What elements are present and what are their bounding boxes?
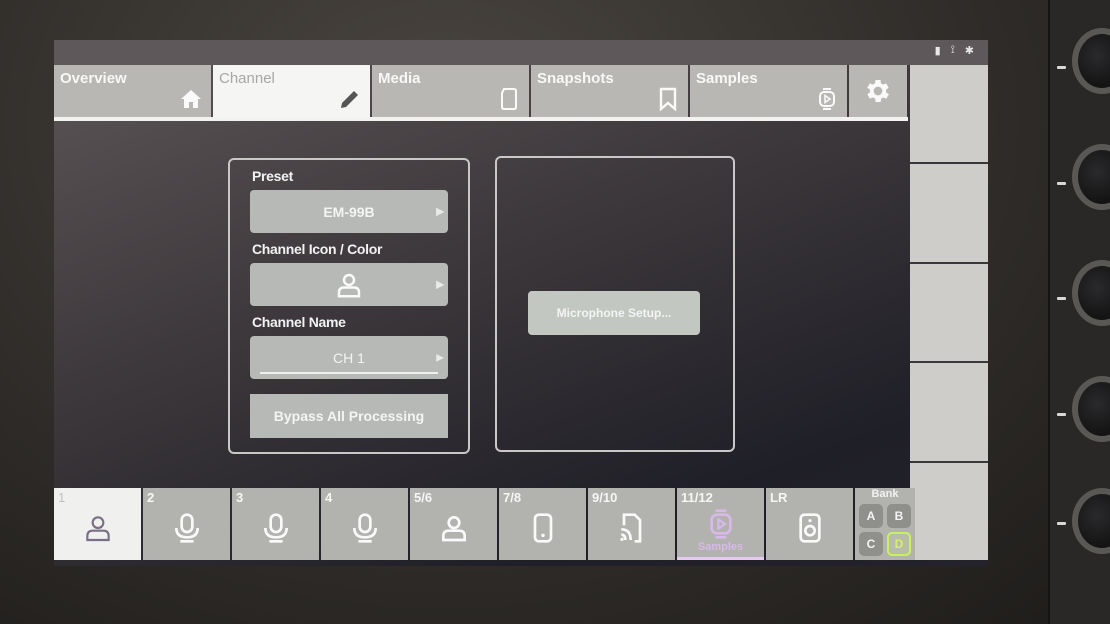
soft-key-4[interactable] (910, 363, 988, 463)
knob-indicator (1057, 297, 1066, 300)
cast-icon (619, 513, 641, 543)
channel-number: LR (770, 490, 788, 505)
pencil-icon (341, 91, 358, 108)
bank-button-a[interactable]: A (859, 504, 883, 528)
channel-settings-panel: Preset EM-99B ▶ Channel Icon / Color ▶ C… (228, 158, 470, 454)
bank-button-c[interactable]: C (859, 532, 883, 556)
bank-button-b[interactable]: B (887, 504, 911, 528)
channel-button-2[interactable]: 2 (143, 488, 230, 560)
knob-indicator (1057, 413, 1066, 416)
sd-card-icon: ▮ (934, 45, 941, 57)
bypass-all-processing-button[interactable]: Bypass All Processing (250, 394, 448, 438)
bank-title: Bank (871, 488, 899, 500)
tab-label: Samples (696, 70, 758, 87)
channel-number: 2 (147, 490, 155, 505)
samples-watch-icon (819, 88, 835, 110)
samples-watch-icon (709, 509, 732, 539)
channel-number: 1 (58, 490, 66, 505)
channel-number: 3 (236, 490, 244, 505)
tab-channel[interactable]: Channel (213, 65, 370, 117)
bank-button-d[interactable]: D (887, 532, 911, 556)
person-icon (337, 273, 361, 297)
person-icon (441, 516, 466, 542)
gear-icon (867, 80, 889, 102)
channel-number: 9/10 (592, 490, 618, 505)
channel-button-11-12[interactable]: 11/12 Samples (677, 488, 764, 560)
channel-icon-color-selector[interactable]: ▶ (250, 263, 448, 306)
soft-key-1[interactable] (910, 65, 988, 165)
channel-icon-color-label: Channel Icon / Color (252, 241, 383, 257)
arrow-right-icon: ▶ (436, 352, 444, 363)
usb-icon: ⟟ (950, 44, 955, 56)
channel-number: 5/6 (414, 490, 433, 505)
preset-selector[interactable]: EM-99B ▶ (250, 190, 448, 233)
tab-snapshots[interactable]: Snapshots (531, 65, 688, 117)
person-icon (85, 516, 110, 542)
status-bar: ▮ ⟟ ✱ (54, 40, 988, 65)
channel-button-7-8[interactable]: 7/8 (499, 488, 586, 560)
preset-label: Preset (252, 168, 294, 184)
bookmark-icon (659, 87, 677, 111)
tab-label: Overview (60, 70, 127, 87)
status-icons: ▮ ⟟ ✱ (935, 44, 974, 57)
speaker-icon (798, 513, 821, 543)
preset-value: EM-99B (323, 203, 375, 220)
microphone-icon (263, 513, 288, 543)
knob-indicator (1057, 522, 1066, 525)
channel-name-value: CH 1 (333, 349, 365, 366)
side-soft-keys (910, 65, 988, 561)
phone-icon (533, 513, 552, 543)
arrow-right-icon: ▶ (436, 279, 444, 290)
tab-overview[interactable]: Overview (54, 65, 211, 117)
microphone-icon (174, 513, 199, 543)
channel-name-label: Channel Name (252, 314, 346, 330)
channel-button-3[interactable]: 3 (232, 488, 319, 560)
channel-name-input[interactable]: CH 1 ▶ (250, 336, 448, 379)
tab-label: Channel (219, 70, 275, 87)
bank-selector: Bank A B C D (855, 488, 915, 560)
knob-indicator (1057, 66, 1066, 69)
channel-button-4[interactable]: 4 (321, 488, 408, 560)
samples-sublabel: Samples (697, 541, 744, 553)
tab-media[interactable]: Media (372, 65, 529, 117)
soft-key-3[interactable] (910, 263, 988, 364)
channel-button-1[interactable]: 1 (54, 488, 141, 560)
bluetooth-icon: ✱ (964, 45, 974, 57)
channel-number: 4 (325, 490, 333, 505)
knob-indicator (1057, 182, 1066, 185)
settings-button[interactable] (849, 65, 907, 117)
microphone-setup-button[interactable]: Microphone Setup... (528, 291, 700, 335)
sd-card-icon (501, 88, 517, 110)
arrow-right-icon: ▶ (436, 206, 444, 217)
main-tabs: Overview Channel Media Snapshots Samples (54, 65, 909, 119)
soft-key-2[interactable] (910, 164, 988, 264)
channel-button-9-10[interactable]: 9/10 (588, 488, 675, 560)
channel-strip: 1 2 3 4 5/6 7/8 9/10 11/12 Samples LR Ba… (54, 488, 915, 563)
home-icon (181, 90, 201, 108)
channel-button-lr[interactable]: LR (766, 488, 853, 560)
input-underline (260, 372, 438, 374)
tab-label: Snapshots (537, 70, 614, 87)
tab-samples[interactable]: Samples (690, 65, 847, 117)
channel-number: 7/8 (503, 490, 522, 505)
touch-screen: ▮ ⟟ ✱ Overview Channel Media Snapshots S… (54, 40, 988, 566)
tab-label: Media (378, 70, 421, 87)
microphone-icon (352, 513, 377, 543)
channel-number: 11/12 (681, 490, 713, 505)
soft-key-5[interactable] (910, 462, 988, 561)
channel-button-5-6[interactable]: 5/6 (410, 488, 497, 560)
tab-underline (54, 117, 908, 121)
